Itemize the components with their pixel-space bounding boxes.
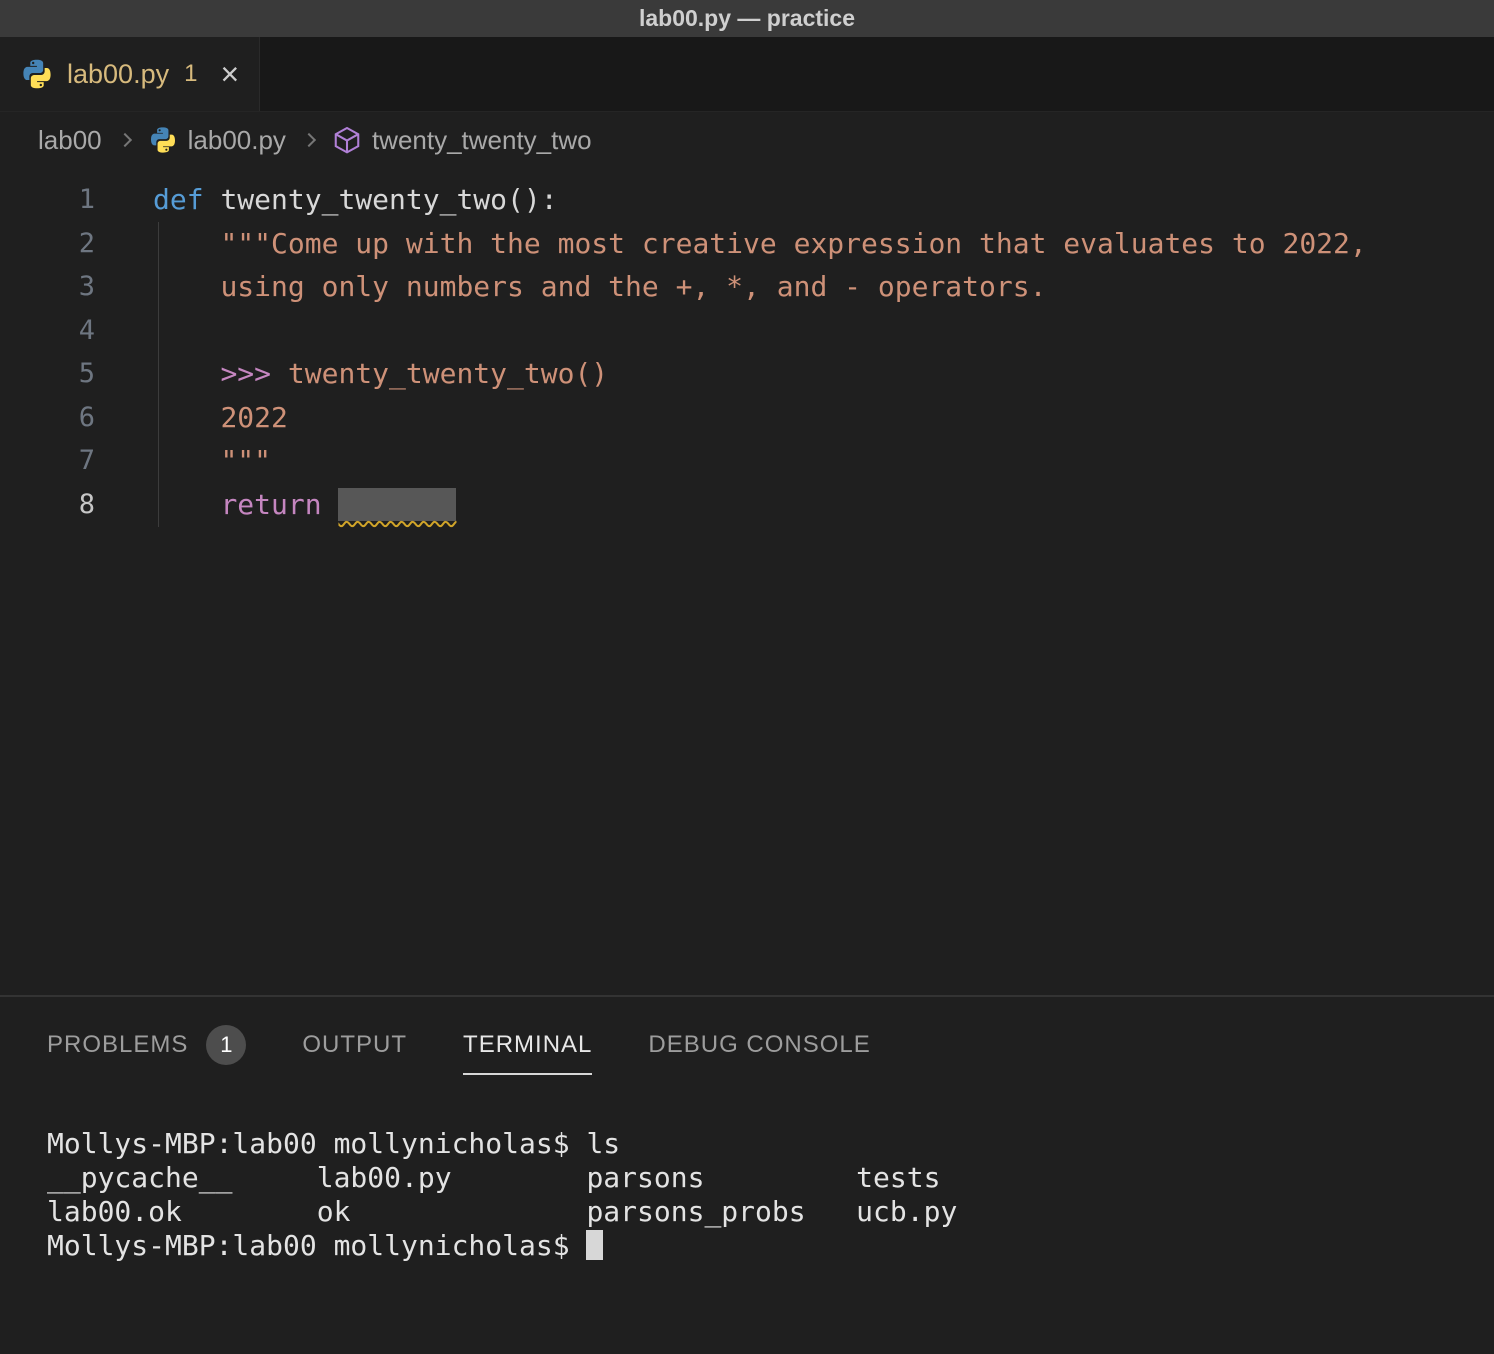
close-tab-icon[interactable]: × — [220, 58, 239, 90]
code-text: using only numbers and the +, *, and - o… — [153, 265, 1046, 309]
code-line[interactable]: 3 using only numbers and the +, *, and -… — [0, 265, 1494, 309]
panel-tab-terminal[interactable]: TERMINAL — [463, 1031, 592, 1075]
problems-count-badge: 1 — [206, 1025, 246, 1065]
tab-bar: lab00.py 1 × — [0, 37, 1494, 112]
terminal-line: Mollys-MBP:lab00 mollynicholas$ — [47, 1229, 1494, 1263]
code-text: 2022 — [153, 396, 288, 440]
line-number: 7 — [0, 445, 95, 476]
code-line[interactable]: 7 """ — [0, 439, 1494, 483]
chevron-right-icon — [302, 133, 316, 147]
code-text: >>> twenty_twenty_two() — [153, 352, 608, 396]
panel-tab-output[interactable]: OUTPUT — [302, 1031, 407, 1075]
code-line[interactable]: 1 def twenty_twenty_two(): — [0, 178, 1494, 222]
breadcrumb: lab00 lab00.py twenty_twenty_two — [0, 112, 1494, 168]
editor-lines: 1def twenty_twenty_two():2 """Come up wi… — [0, 178, 1494, 526]
python-icon — [148, 125, 178, 155]
terminal-line: __pycache__ lab00.py parsons tests — [47, 1161, 1494, 1195]
panel-tab-terminal-label: TERMINAL — [463, 1031, 592, 1059]
tab-lab00[interactable]: lab00.py 1 × — [0, 37, 260, 111]
panel-tab-bar: PROBLEMS 1 OUTPUT TERMINAL DEBUG CONSOLE — [0, 997, 1494, 1081]
tab-file-name: lab00.py — [67, 59, 169, 90]
code-text: return — [153, 483, 456, 527]
code-text: """Come up with the most creative expres… — [153, 222, 1367, 266]
window-title: lab00.py — practice — [639, 5, 855, 32]
python-icon — [20, 57, 54, 91]
panel-tab-problems-label: PROBLEMS — [47, 1031, 188, 1059]
breadcrumb-item-file[interactable]: lab00.py — [148, 125, 286, 156]
breadcrumb-file-label: lab00.py — [188, 125, 286, 156]
tab-problem-count: 1 — [184, 60, 197, 88]
editor[interactable]: 1def twenty_twenty_two():2 """Come up wi… — [0, 168, 1494, 995]
indent-guide — [158, 222, 159, 527]
panel-tab-debug-console-label: DEBUG CONSOLE — [648, 1031, 870, 1059]
breadcrumb-folder-label: lab00 — [38, 125, 102, 156]
code-line[interactable]: 6 2022 — [0, 396, 1494, 440]
code-line[interactable]: 5 >>> twenty_twenty_two() — [0, 352, 1494, 396]
line-number: 6 — [0, 402, 95, 433]
line-number: 5 — [0, 358, 95, 389]
line-number: 4 — [0, 315, 95, 346]
panel-tab-output-label: OUTPUT — [302, 1031, 407, 1059]
code-text: def twenty_twenty_two(): — [153, 178, 558, 222]
symbol-cube-icon — [332, 125, 362, 155]
terminal-line: lab00.ok ok parsons_probs ucb.py — [47, 1195, 1494, 1229]
terminal-cursor — [586, 1230, 603, 1260]
code-text: """ — [153, 439, 271, 483]
breadcrumb-symbol-label: twenty_twenty_two — [372, 125, 592, 156]
chevron-right-icon — [118, 133, 132, 147]
panel-tab-debug-console[interactable]: DEBUG CONSOLE — [648, 1031, 870, 1075]
code-line[interactable]: 8 return — [0, 483, 1494, 527]
breadcrumb-item-symbol[interactable]: twenty_twenty_two — [332, 125, 592, 156]
breadcrumb-item-folder[interactable]: lab00 — [38, 125, 102, 156]
terminal-output: Mollys-MBP:lab00 mollynicholas$ ls__pyca… — [47, 1127, 1494, 1263]
bottom-panel: PROBLEMS 1 OUTPUT TERMINAL DEBUG CONSOLE… — [0, 995, 1494, 1354]
line-number: 1 — [0, 184, 95, 215]
line-number: 8 — [0, 489, 95, 520]
line-number: 3 — [0, 271, 95, 302]
panel-tab-problems[interactable]: PROBLEMS 1 — [47, 1025, 246, 1081]
terminal[interactable]: Mollys-MBP:lab00 mollynicholas$ ls__pyca… — [0, 1081, 1494, 1263]
title-bar: lab00.py — practice — [0, 0, 1494, 37]
line-number: 2 — [0, 228, 95, 259]
code-line[interactable]: 4 — [0, 309, 1494, 353]
terminal-line: Mollys-MBP:lab00 mollynicholas$ ls — [47, 1127, 1494, 1161]
code-line[interactable]: 2 """Come up with the most creative expr… — [0, 222, 1494, 266]
